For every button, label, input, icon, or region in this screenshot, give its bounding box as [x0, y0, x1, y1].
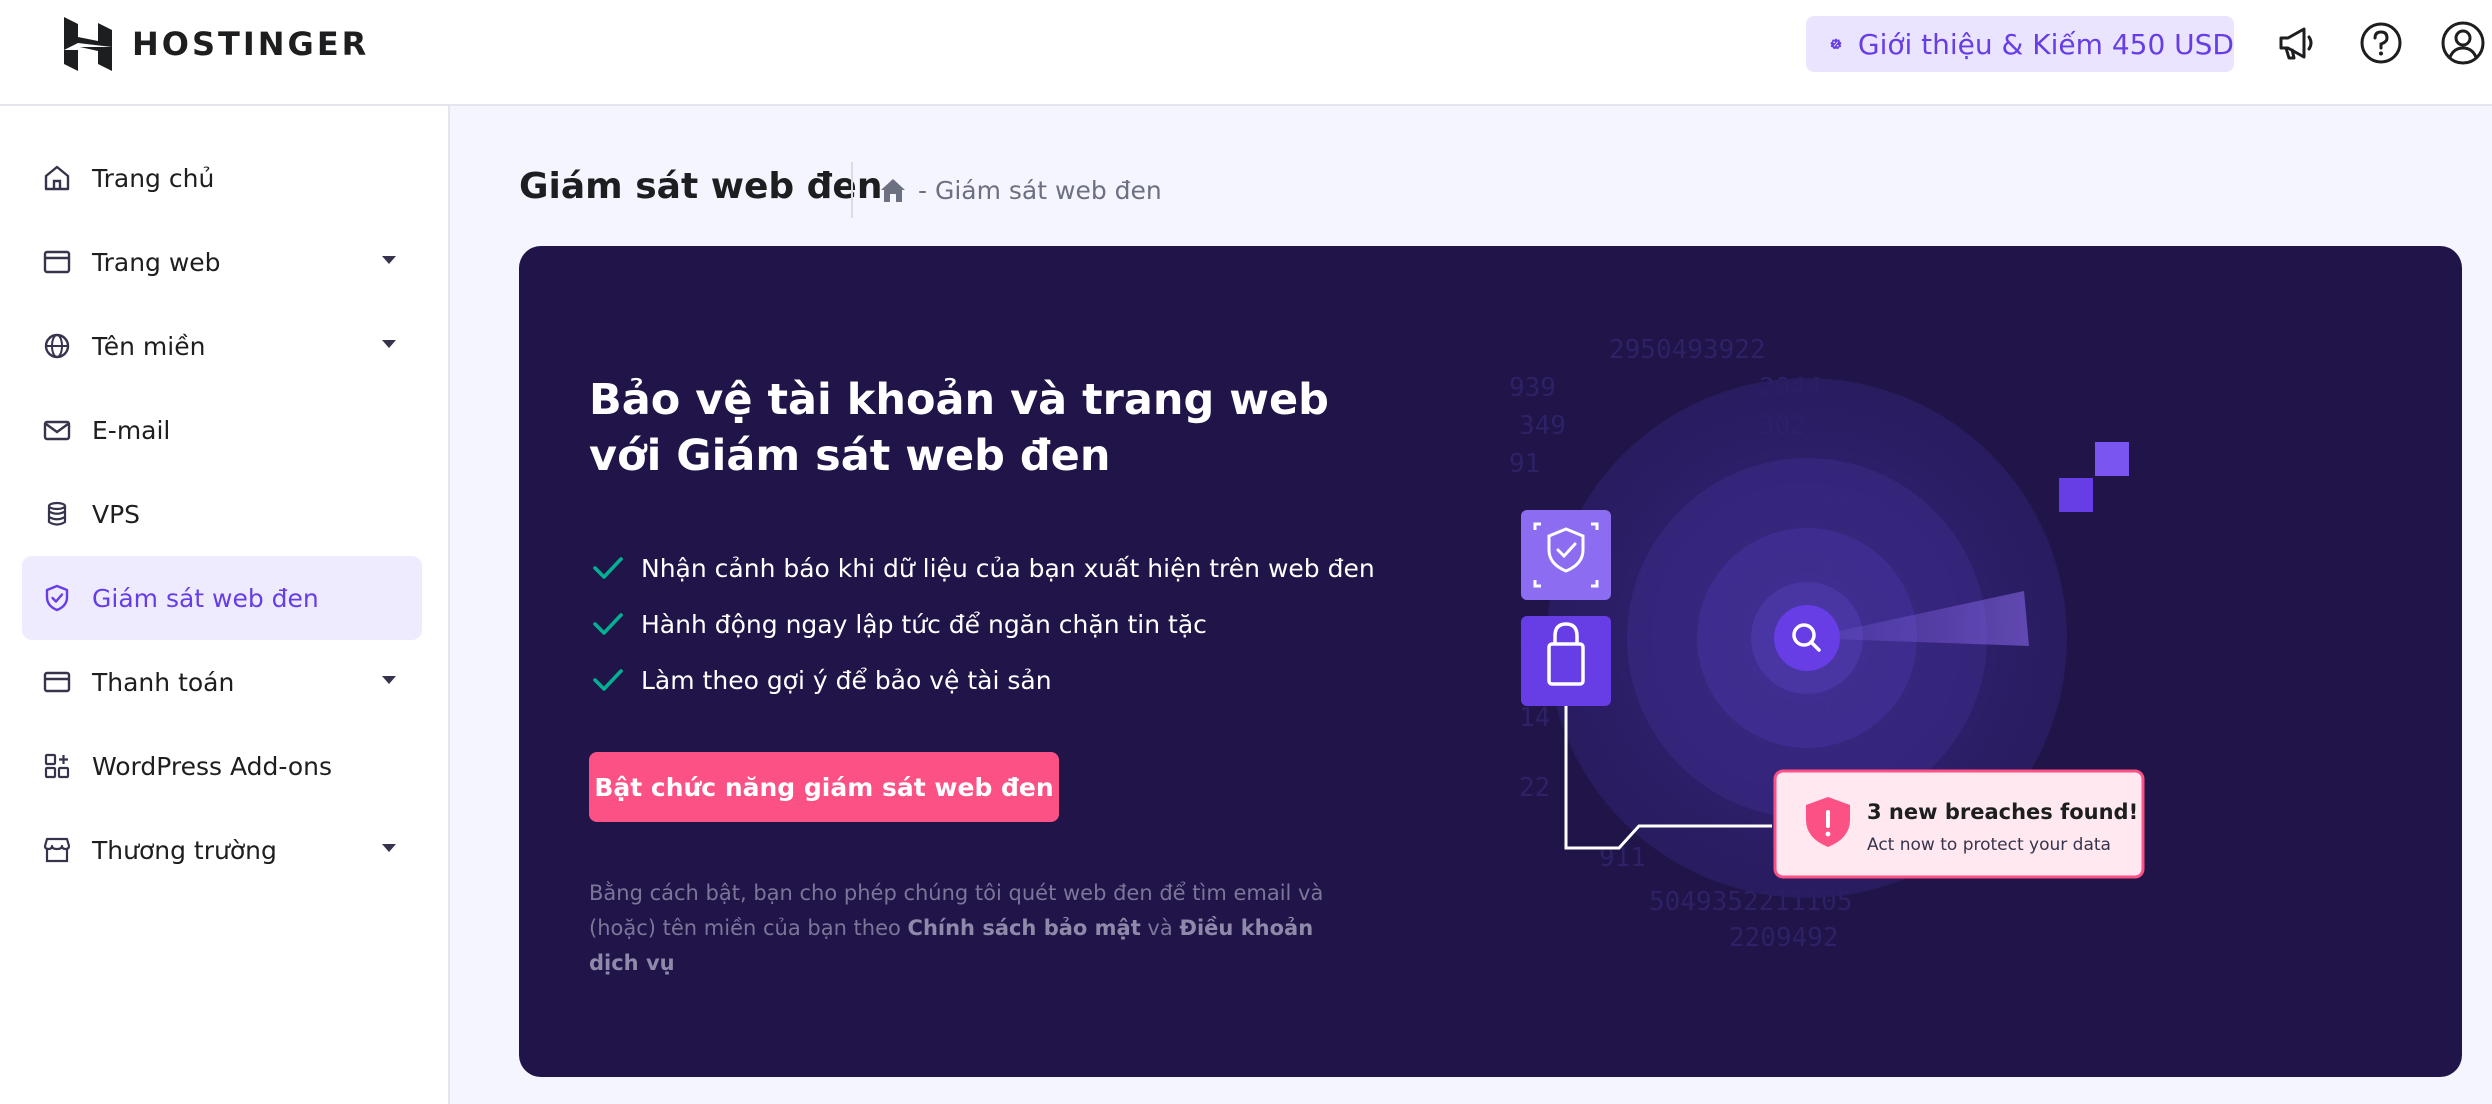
chevron-down-icon[interactable]: [382, 340, 396, 348]
sidebar-item-domains[interactable]: Tên miền: [22, 304, 422, 388]
disclaimer-text: và: [1140, 916, 1180, 940]
sidebar-item-label: VPS: [92, 499, 141, 529]
store-icon: [43, 837, 71, 863]
disclaimer-text: Bằng cách bật, bạn cho phép chúng tôi qu…: [589, 881, 1324, 905]
discount-badge-icon: [1830, 38, 1842, 50]
feature-item: Hành động ngay lập tức để ngăn chặn tin …: [591, 596, 1375, 652]
digit-row: 14: [1519, 703, 1550, 733]
logo-text: HOSTINGER: [132, 25, 370, 63]
disclaimer-text: (hoặc) tên miền của bạn theo: [589, 916, 908, 940]
privacy-policy-link[interactable]: Chính sách bảo mật: [908, 916, 1141, 940]
addons-icon: [44, 753, 70, 779]
check-icon: [593, 557, 623, 579]
sidebar-item-marketplace[interactable]: Thương trường: [22, 808, 422, 892]
shield-icon: [45, 584, 69, 612]
account-icon[interactable]: [2440, 20, 2486, 66]
title-divider: [851, 162, 853, 218]
consent-disclaimer: Bằng cách bật, bạn cho phép chúng tôi qu…: [589, 876, 1349, 981]
digit-row: 22: [1519, 773, 1550, 803]
feature-list: Nhận cảnh báo khi dữ liệu của bạn xuất h…: [591, 540, 1375, 708]
home-icon: [44, 165, 70, 191]
server-icon: [47, 501, 67, 526]
sidebar-item-label: E-mail: [92, 415, 171, 445]
help-icon[interactable]: [2358, 20, 2404, 66]
breach-alert-title: 3 new breaches found!: [1867, 800, 2138, 824]
mail-icon: [43, 420, 71, 441]
sidebar-item-label: Thương trường: [92, 835, 277, 865]
digit-row: 2209492: [1729, 923, 1839, 953]
sidebar-item-label: WordPress Add-ons: [92, 751, 333, 781]
digit-row: 349: [1519, 411, 1566, 441]
digit-row: 91: [1509, 449, 1540, 479]
sidebar-item-label: Giám sát web đen: [92, 583, 319, 613]
hero-title-line: Bảo vệ tài khoản và trang web: [589, 375, 1329, 425]
hostinger-logo[interactable]: HOSTINGER: [64, 16, 369, 72]
sidebar-item-email[interactable]: E-mail: [22, 388, 422, 472]
globe-icon: [44, 333, 70, 359]
check-icon: [593, 613, 623, 635]
hero-banner: 2950493922 939 2044 349 302 91 49 49 49 …: [519, 246, 2462, 1077]
top-header: HOSTINGER Giới thiệu & Kiếm 450 USD: [0, 0, 2492, 106]
page-title: Giám sát web đen: [519, 166, 883, 207]
sidebar-item-vps[interactable]: VPS: [22, 472, 422, 556]
sidebar-item-websites[interactable]: Trang web: [22, 220, 422, 304]
sidebar-item-label: Trang web: [92, 247, 221, 277]
sidebar-item-label: Trang chủ: [92, 163, 215, 193]
feature-text: Hành động ngay lập tức để ngăn chặn tin …: [641, 609, 1207, 639]
sidebar: Trang chủ Trang web Tên miền E-mail VPS …: [0, 106, 450, 1104]
sidebar-item-wordpress-addons[interactable]: WordPress Add-ons: [22, 724, 422, 808]
sidebar-item-billing[interactable]: Thanh toán: [22, 640, 422, 724]
feature-text: Nhận cảnh báo khi dữ liệu của bạn xuất h…: [641, 553, 1375, 583]
browser-icon: [43, 250, 71, 274]
feature-item: Nhận cảnh báo khi dữ liệu của bạn xuất h…: [591, 540, 1375, 596]
breadcrumb-current: - Giám sát web đen: [918, 175, 1162, 205]
sidebar-item-label: Tên miền: [92, 331, 206, 361]
breach-alert-subtitle: Act now to protect your data: [1867, 835, 2111, 855]
chevron-down-icon[interactable]: [382, 256, 396, 264]
hero-title: Bảo vệ tài khoản và trang web với Giám s…: [589, 372, 1329, 484]
feature-text: Làm theo gợi ý để bảo vệ tài sản: [641, 665, 1052, 695]
megaphone-icon[interactable]: [2274, 20, 2320, 66]
feature-item: Làm theo gợi ý để bảo vệ tài sản: [591, 652, 1375, 708]
chevron-down-icon[interactable]: [382, 844, 396, 852]
check-icon: [593, 669, 623, 691]
referral-label: Giới thiệu & Kiếm 450 USD: [1857, 27, 2234, 61]
enable-monitoring-button[interactable]: Bật chức năng giám sát web đen: [589, 752, 1059, 822]
breadcrumb: - Giám sát web đen: [878, 170, 1162, 210]
hostinger-logo-icon: [64, 17, 112, 71]
chevron-down-icon[interactable]: [382, 676, 396, 684]
sidebar-item-dark-web-monitoring[interactable]: Giám sát web đen: [22, 556, 422, 640]
digit-row: 939: [1509, 373, 1556, 403]
digit-row: 2950493922: [1609, 335, 1766, 365]
referral-button[interactable]: Giới thiệu & Kiếm 450 USD: [1806, 16, 2234, 72]
hero-title-line: với Giám sát web đen: [589, 431, 1111, 481]
breadcrumb-home-icon[interactable]: [878, 175, 908, 205]
sidebar-item-home[interactable]: Trang chủ: [22, 136, 422, 220]
card-icon: [43, 671, 71, 693]
sidebar-item-label: Thanh toán: [92, 667, 235, 697]
